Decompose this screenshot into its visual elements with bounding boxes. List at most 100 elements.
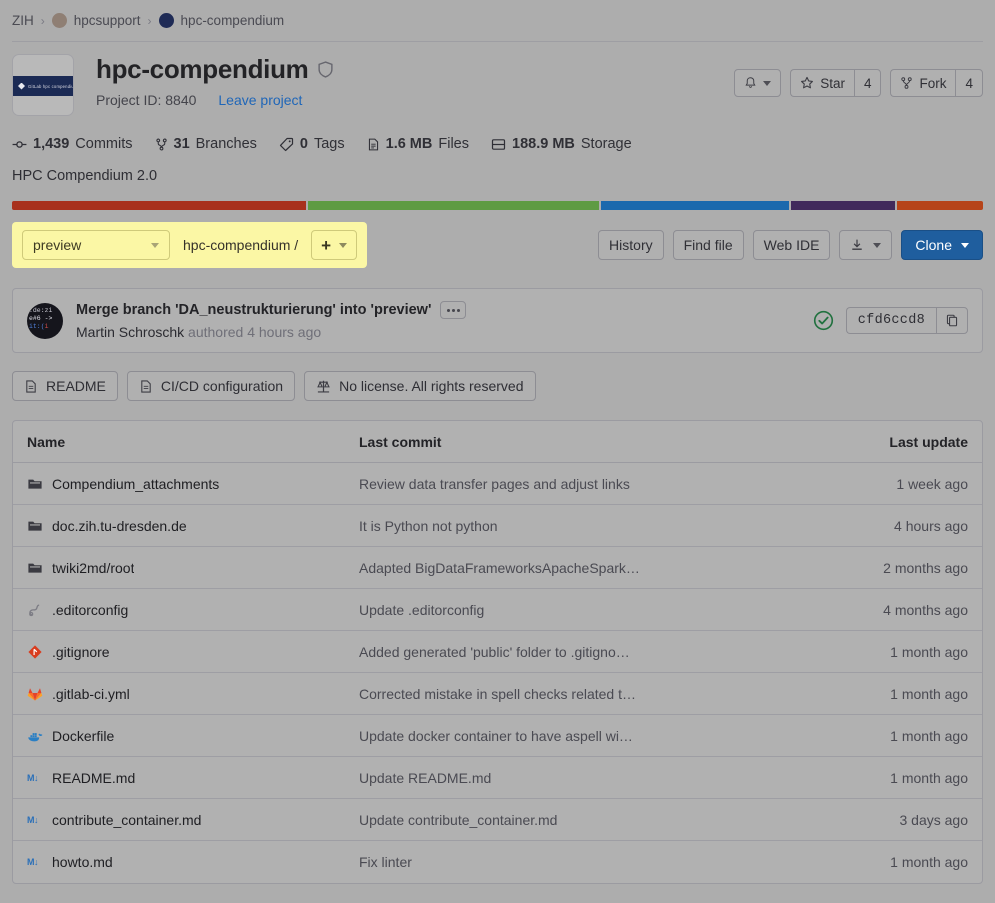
commit-timestamp: authored 4 hours ago bbox=[188, 324, 322, 340]
leave-project-button[interactable]: Leave project bbox=[218, 92, 302, 108]
markdown-icon: M↓ bbox=[27, 857, 39, 867]
breadcrumb-item-zih[interactable]: ZIH bbox=[12, 13, 34, 28]
download-dropdown[interactable] bbox=[839, 230, 893, 260]
row-last-commit[interactable]: Update docker container to have aspell w… bbox=[359, 728, 848, 744]
stat-tags[interactable]: 0 Tags bbox=[279, 136, 345, 152]
language-segment[interactable] bbox=[791, 201, 895, 210]
table-row[interactable]: .editorconfig Update .editorconfig 4 mon… bbox=[13, 589, 982, 631]
chevron-down-icon bbox=[151, 242, 159, 248]
repo-path: hpc-compendium / bbox=[183, 237, 298, 253]
project-logo-text: GitLab hpc compendium bbox=[28, 83, 74, 89]
editorconfig-icon bbox=[29, 604, 40, 616]
copy-sha-button[interactable] bbox=[936, 307, 968, 334]
stat-value: 1.6 MB bbox=[385, 136, 433, 152]
page-title: hpc-compendium bbox=[96, 54, 309, 84]
branch-selector[interactable]: preview bbox=[22, 230, 170, 260]
file-name[interactable]: twiki2md/root bbox=[52, 560, 134, 576]
table-row[interactable]: Dockerfile Update docker container to ha… bbox=[13, 715, 982, 757]
file-icon bbox=[368, 138, 378, 150]
readme-chip[interactable]: README bbox=[12, 371, 118, 401]
file-name[interactable]: README.md bbox=[52, 770, 135, 786]
check-circle-icon[interactable] bbox=[813, 310, 834, 331]
column-header-last-update: Last update bbox=[889, 433, 968, 450]
file-name[interactable]: .gitignore bbox=[52, 644, 110, 660]
commit-icon bbox=[12, 140, 27, 148]
file-name[interactable]: doc.zih.tu-dresden.de bbox=[52, 518, 187, 534]
bell-icon bbox=[745, 77, 756, 88]
commit-sha-group: cfd6ccd8 bbox=[845, 307, 968, 334]
star-count: 4 bbox=[853, 69, 882, 97]
notification-dropdown[interactable] bbox=[734, 69, 782, 97]
stat-branches[interactable]: 31 Branches bbox=[155, 136, 257, 152]
breadcrumb-item-hpc-compendium[interactable]: hpc-compendium bbox=[158, 13, 285, 28]
file-name[interactable]: .editorconfig bbox=[52, 602, 128, 618]
avatar[interactable]: .de:zi e#6 -> it:(i bbox=[27, 302, 63, 339]
path-separator: / bbox=[294, 237, 299, 253]
language-segment[interactable] bbox=[896, 201, 983, 210]
row-last-commit[interactable]: Adapted BigDataFrameworksApacheSpark… bbox=[359, 560, 848, 576]
file-name[interactable]: howto.md bbox=[52, 854, 113, 870]
table-row[interactable]: twiki2md/root Adapted BigDataFrameworksA… bbox=[13, 547, 982, 589]
cicd-configuration-chip[interactable]: CI/CD configuration bbox=[126, 371, 296, 401]
branch-icon bbox=[155, 138, 167, 150]
language-segment[interactable] bbox=[600, 201, 790, 210]
breadcrumb-label: ZIH bbox=[12, 13, 34, 28]
file-name[interactable]: Dockerfile bbox=[52, 728, 114, 744]
find-file-button[interactable]: Find file bbox=[672, 230, 744, 260]
add-to-repo-button[interactable]: + bbox=[311, 230, 358, 260]
table-row[interactable]: Compendium_attachments Review data trans… bbox=[13, 463, 982, 505]
row-last-commit[interactable]: Fix linter bbox=[359, 854, 848, 870]
file-name[interactable]: contribute_container.md bbox=[52, 812, 201, 828]
table-row[interactable]: M↓ contribute_container.md Update contri… bbox=[13, 799, 982, 841]
clone-button[interactable]: Clone bbox=[901, 230, 983, 260]
row-last-commit[interactable]: It is Python not python bbox=[359, 518, 848, 534]
row-last-commit[interactable]: Update contribute_container.md bbox=[359, 812, 848, 828]
row-last-update: 1 week ago bbox=[896, 475, 968, 492]
row-last-commit[interactable]: Added generated 'public' folder to .giti… bbox=[359, 644, 848, 660]
ellipsis-icon[interactable] bbox=[440, 301, 467, 319]
web-ide-button[interactable]: Web IDE bbox=[752, 230, 831, 260]
last-commit-card: .de:zi e#6 -> it:(i Merge branch 'DA_neu… bbox=[12, 288, 983, 353]
chevron-down-icon bbox=[339, 242, 348, 248]
breadcrumb: ZIH › hpcsupport › hpc-compendium bbox=[0, 0, 995, 41]
breadcrumb-separator: › bbox=[40, 13, 45, 28]
table-row[interactable]: M↓ howto.md Fix linter 1 month ago bbox=[13, 841, 982, 883]
commit-title[interactable]: Merge branch 'DA_neustrukturierung' into… bbox=[76, 302, 431, 318]
history-button[interactable]: History bbox=[598, 230, 664, 260]
fork-button[interactable]: Fork 4 bbox=[890, 69, 983, 97]
row-last-commit[interactable]: Review data transfer pages and adjust li… bbox=[359, 476, 848, 492]
breadcrumb-item-hpcsupport[interactable]: hpcsupport bbox=[51, 13, 141, 28]
column-header-name: Name bbox=[27, 433, 66, 450]
commit-sha[interactable]: cfd6ccd8 bbox=[845, 307, 936, 334]
file-name[interactable]: .gitlab-ci.yml bbox=[52, 686, 130, 702]
row-last-update: 4 months ago bbox=[883, 601, 968, 618]
stat-commits[interactable]: 1,439 Commits bbox=[12, 136, 133, 152]
repo-path-name[interactable]: hpc-compendium bbox=[183, 237, 290, 253]
license-chip[interactable]: No license. All rights reserved bbox=[304, 371, 536, 401]
row-last-commit[interactable]: Corrected mistake in spell checks relate… bbox=[359, 686, 848, 702]
row-last-update: 1 month ago bbox=[890, 854, 968, 870]
fork-label: Fork bbox=[919, 75, 947, 91]
row-last-update: 1 month ago bbox=[890, 727, 968, 744]
language-segment[interactable] bbox=[308, 201, 599, 210]
commit-author[interactable]: Martin Schroschk bbox=[76, 324, 184, 340]
table-row[interactable]: M↓ README.md Update README.md 1 month ag… bbox=[13, 757, 982, 799]
breadcrumb-label: hpc-compendium bbox=[180, 13, 285, 28]
gitlab-logo-icon bbox=[18, 82, 25, 90]
row-last-commit[interactable]: Update README.md bbox=[359, 770, 848, 786]
table-header: Name Last commit Last update bbox=[13, 421, 982, 463]
table-row[interactable]: .gitignore Added generated 'public' fold… bbox=[13, 631, 982, 673]
table-row[interactable]: .gitlab-ci.yml Corrected mistake in spel… bbox=[13, 673, 982, 715]
table-row[interactable]: doc.zih.tu-dresden.de It is Python not p… bbox=[13, 505, 982, 547]
row-last-commit[interactable]: Update .editorconfig bbox=[359, 602, 848, 618]
repository-toolbar: preview hpc-compendium / + History Find … bbox=[0, 210, 995, 268]
breadcrumb-separator: › bbox=[147, 13, 152, 28]
stat-label: Storage bbox=[580, 136, 632, 152]
row-last-update: 2 months ago bbox=[883, 559, 968, 576]
language-segment[interactable] bbox=[12, 201, 307, 210]
file-name[interactable]: Compendium_attachments bbox=[52, 476, 219, 492]
star-button[interactable]: Star 4 bbox=[790, 69, 882, 97]
stat-storage[interactable]: 188.9 MB Storage bbox=[491, 136, 632, 152]
stat-files[interactable]: 1.6 MB Files bbox=[367, 136, 469, 152]
branch-name: preview bbox=[33, 237, 82, 253]
